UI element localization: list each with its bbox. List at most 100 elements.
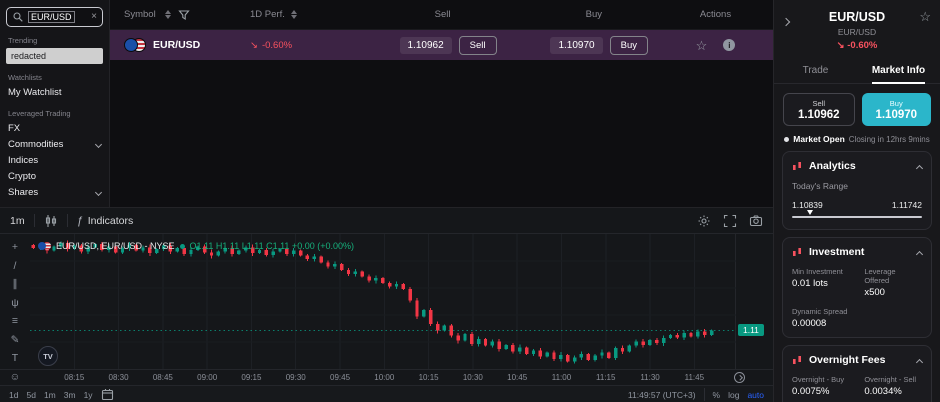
percent-scale-button[interactable]: % bbox=[713, 390, 721, 400]
time-axis-label: 10:15 bbox=[419, 373, 439, 382]
column-label: Sell bbox=[435, 9, 451, 20]
instrument-panel: EUR/USD ☆ EUR/USD ↘ -0.60% Trade Market … bbox=[773, 0, 940, 402]
trending-item[interactable]: redacted bbox=[6, 48, 103, 64]
column-header-actions: Actions bbox=[658, 9, 773, 20]
info-icon[interactable]: i bbox=[723, 39, 735, 51]
sidebar-item-my-watchlist[interactable]: My Watchlist bbox=[6, 85, 103, 100]
toolbar-separator bbox=[704, 388, 705, 401]
chevron-up-icon[interactable] bbox=[916, 358, 923, 365]
overnight-fees-card-header[interactable]: Overnight Fees bbox=[792, 354, 922, 366]
field-min-investment: Min Investment 0.01 lots bbox=[792, 267, 858, 298]
change-value: -0.60% bbox=[847, 40, 877, 51]
field-label: Min Investment bbox=[792, 267, 858, 276]
field-leverage-offered: Leverage Offered x500 bbox=[864, 267, 922, 298]
trending-section-label: Trending bbox=[8, 36, 101, 45]
sidebar-item-label: Shares bbox=[8, 187, 38, 198]
panel-sell-button[interactable]: Sell 1.10962 bbox=[783, 93, 855, 126]
field-label: Leverage Offered bbox=[864, 267, 922, 285]
indicators-label: Indicators bbox=[88, 215, 134, 227]
watchlist-table: Symbol 1D Perf. Sell Buy Actions EUR/USD… bbox=[110, 0, 773, 207]
investment-card-header[interactable]: Investment bbox=[792, 246, 922, 258]
settings-gear-icon[interactable] bbox=[697, 214, 711, 228]
pitchfork-icon[interactable]: ψ bbox=[11, 298, 19, 310]
chevron-up-icon[interactable] bbox=[916, 250, 923, 257]
text-tool-icon[interactable]: T bbox=[12, 353, 18, 365]
log-scale-button[interactable]: log bbox=[728, 390, 739, 400]
field-value: 0.0034% bbox=[864, 386, 922, 397]
time-axis[interactable]: 08:1508:3008:4509:0009:1509:3009:4510:00… bbox=[0, 369, 773, 385]
tab-trade[interactable]: Trade bbox=[774, 58, 857, 83]
chevron-down-icon bbox=[95, 141, 102, 148]
card-title: Overnight Fees bbox=[809, 354, 885, 366]
sort-icon[interactable] bbox=[291, 10, 297, 19]
sell-label: Sell bbox=[812, 99, 825, 108]
field-overnight-sell: Overnight - Sell 0.0034% bbox=[864, 375, 922, 397]
collapse-panel-icon[interactable] bbox=[783, 12, 789, 30]
fib-retracement-icon[interactable]: ≡ bbox=[12, 316, 18, 328]
column-header-perf[interactable]: 1D Perf. bbox=[250, 9, 355, 20]
range-5d-button[interactable]: 5d bbox=[26, 390, 35, 400]
filter-icon[interactable] bbox=[178, 9, 190, 21]
sell-price: 1.10962 bbox=[400, 37, 452, 54]
buy-button[interactable]: Buy bbox=[610, 36, 648, 55]
chevron-down-icon bbox=[95, 189, 102, 196]
instrument-row-eurusd[interactable]: EUR/USD ↘ -0.60% 1.10962 Sell 1.10970 Bu… bbox=[110, 30, 773, 60]
range-1y-button[interactable]: 1y bbox=[84, 390, 93, 400]
tradingview-logo[interactable]: TV bbox=[38, 346, 58, 366]
fullscreen-icon[interactable] bbox=[723, 214, 737, 228]
scroll-to-realtime-icon[interactable] bbox=[734, 372, 745, 383]
clear-search-icon[interactable]: × bbox=[91, 12, 97, 22]
sidebar-item-shares[interactable]: Shares bbox=[6, 185, 103, 200]
sidebar-item-indices[interactable]: Indices bbox=[6, 153, 103, 168]
legend-symbol[interactable]: EUR/USD, EUR/USD - NYSE bbox=[56, 241, 175, 251]
time-axis-label: 11:30 bbox=[640, 373, 659, 382]
eur-flag-icon bbox=[38, 242, 46, 250]
range-1d-button[interactable]: 1d bbox=[9, 390, 18, 400]
instrument-search-input[interactable]: EUR/USD × bbox=[6, 7, 103, 27]
analytics-card: Analytics Today's Range 1.10839 1.11742 bbox=[782, 151, 932, 230]
daily-change: -0.60% bbox=[262, 40, 292, 51]
currency-pair-flag-icon bbox=[38, 242, 51, 250]
sort-icon[interactable] bbox=[165, 10, 171, 19]
sidebar-item-fx[interactable]: FX bbox=[6, 121, 103, 136]
drawing-toolbar: +/∥ψ≡✎T☺ bbox=[0, 234, 30, 369]
camera-icon[interactable] bbox=[749, 214, 763, 228]
tab-market-info[interactable]: Market Info bbox=[857, 58, 940, 83]
analytics-card-header[interactable]: Analytics bbox=[792, 160, 922, 172]
column-header-symbol[interactable]: Symbol bbox=[110, 9, 250, 21]
brush-icon[interactable]: ✎ bbox=[11, 335, 20, 347]
range-3m-button[interactable]: 3m bbox=[64, 390, 76, 400]
auto-scale-button[interactable]: auto bbox=[747, 390, 764, 400]
range-1m-button[interactable]: 1m bbox=[44, 390, 56, 400]
column-header-sell: Sell bbox=[355, 9, 507, 20]
parallel-channel-icon[interactable]: ∥ bbox=[12, 279, 17, 291]
indicators-button[interactable]: ƒ Indicators bbox=[77, 215, 134, 227]
chart-panel: 1m ƒ Indicators +/∥ψ≡✎T☺ EUR/USD, EU bbox=[0, 207, 773, 402]
clock[interactable]: 11:49:57 (UTC+3) bbox=[628, 390, 696, 400]
candlestick-chart[interactable] bbox=[30, 234, 736, 369]
table-header-row: Symbol 1D Perf. Sell Buy Actions bbox=[110, 0, 773, 30]
sidebar-item-crypto[interactable]: Crypto bbox=[6, 169, 103, 184]
sell-button[interactable]: Sell bbox=[459, 36, 497, 55]
panel-buy-button[interactable]: Buy 1.10970 bbox=[862, 93, 932, 126]
interval-button[interactable]: 1m bbox=[10, 215, 25, 227]
sidebar-item-commodities[interactable]: Commodities bbox=[6, 137, 103, 152]
sidebar-item-label: My Watchlist bbox=[8, 87, 61, 98]
field-value: x500 bbox=[864, 287, 922, 298]
sidebar-item-label: FX bbox=[8, 123, 20, 134]
toolbar-separator bbox=[67, 214, 68, 227]
chevron-up-icon[interactable] bbox=[916, 164, 923, 171]
favorite-star-icon[interactable]: ☆ bbox=[919, 9, 931, 25]
chart-type-candles-icon[interactable] bbox=[44, 214, 58, 228]
time-axis-label: 08:15 bbox=[64, 373, 84, 382]
favorite-star-icon[interactable]: ☆ bbox=[696, 39, 708, 52]
field-value: 0.01 lots bbox=[792, 278, 858, 289]
sidebar-item-label: Indices bbox=[8, 155, 38, 166]
time-axis-label: 08:45 bbox=[153, 373, 173, 382]
price-axis[interactable]: 1.11 bbox=[736, 234, 773, 369]
search-icon bbox=[12, 11, 24, 23]
crosshair-icon[interactable]: + bbox=[12, 242, 18, 254]
trendline-icon[interactable]: / bbox=[14, 261, 17, 273]
time-axis-label: 10:45 bbox=[507, 373, 527, 382]
calendar-icon[interactable] bbox=[101, 388, 114, 401]
